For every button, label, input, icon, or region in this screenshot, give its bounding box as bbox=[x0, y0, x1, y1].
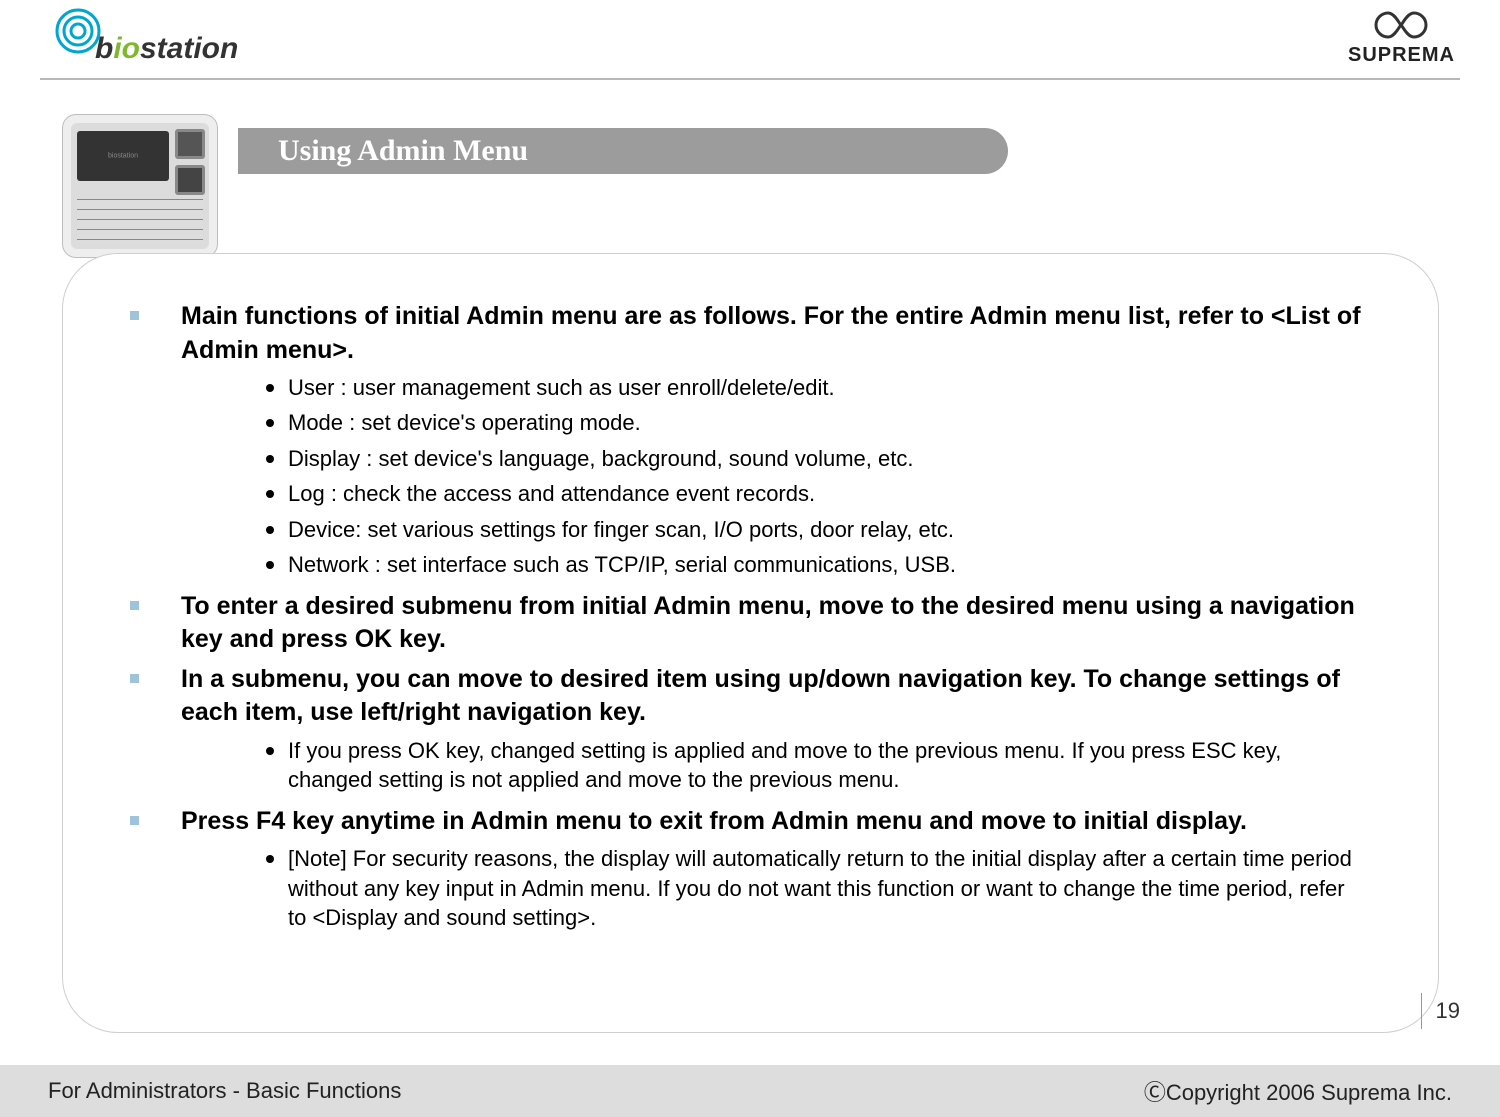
sub-bullet-list: [Note] For security reasons, the display… bbox=[266, 844, 1415, 932]
sub-bullet-item: [Note] For security reasons, the display… bbox=[266, 844, 1366, 932]
main-bullet-text: To enter a desired submenu from initial … bbox=[181, 590, 1381, 657]
sub-bullet-item: User : user management such as user enro… bbox=[266, 373, 1366, 402]
sub-bullet-item: Device: set various settings for finger … bbox=[266, 515, 1366, 544]
main-bullet-text: In a submenu, you can move to desired it… bbox=[181, 663, 1381, 730]
sub-bullet-item: Display : set device's language, backgro… bbox=[266, 444, 1366, 473]
section-title-bar: Using Admin Menu bbox=[238, 128, 1008, 174]
square-bullet-icon bbox=[130, 311, 139, 320]
page-number: 19 bbox=[1421, 993, 1460, 1029]
biostation-logo: biostation bbox=[55, 8, 238, 62]
section-title: Using Admin Menu bbox=[278, 134, 528, 168]
square-bullet-icon bbox=[130, 816, 139, 825]
suprema-logo: SUPREMA bbox=[1348, 8, 1455, 67]
biostation-wordmark: biostation bbox=[95, 32, 238, 66]
content-body: Main functions of initial Admin menu are… bbox=[130, 300, 1415, 943]
sub-bullet-list: User : user management such as user enro… bbox=[266, 373, 1415, 580]
page-footer: For Administrators - Basic Functions ⒸCo… bbox=[0, 1065, 1500, 1117]
main-bullet-item: In a submenu, you can move to desired it… bbox=[130, 663, 1415, 730]
main-bullet-item: Press F4 key anytime in Admin menu to ex… bbox=[130, 805, 1415, 839]
sub-bullet-item: Mode : set device's operating mode. bbox=[266, 408, 1366, 437]
main-bullet-text: Main functions of initial Admin menu are… bbox=[181, 300, 1381, 367]
device-thumbnail bbox=[62, 114, 218, 258]
sub-bullet-item: If you press OK key, changed setting is … bbox=[266, 736, 1366, 795]
sub-bullet-item: Log : check the access and attendance ev… bbox=[266, 479, 1366, 508]
page-header: biostation SUPREMA bbox=[0, 0, 1500, 80]
main-bullet-item: To enter a desired submenu from initial … bbox=[130, 590, 1415, 657]
square-bullet-icon bbox=[130, 601, 139, 610]
infinity-icon bbox=[1366, 8, 1436, 42]
footer-left: For Administrators - Basic Functions bbox=[48, 1078, 401, 1104]
footer-right: ⒸCopyright 2006 Suprema Inc. bbox=[1144, 1075, 1452, 1107]
sub-bullet-list: If you press OK key, changed setting is … bbox=[266, 736, 1415, 795]
square-bullet-icon bbox=[130, 674, 139, 683]
suprema-wordmark: SUPREMA bbox=[1348, 44, 1455, 67]
main-bullet-text: Press F4 key anytime in Admin menu to ex… bbox=[181, 805, 1247, 839]
main-bullet-item: Main functions of initial Admin menu are… bbox=[130, 300, 1415, 367]
sub-bullet-item: Network : set interface such as TCP/IP, … bbox=[266, 550, 1366, 579]
